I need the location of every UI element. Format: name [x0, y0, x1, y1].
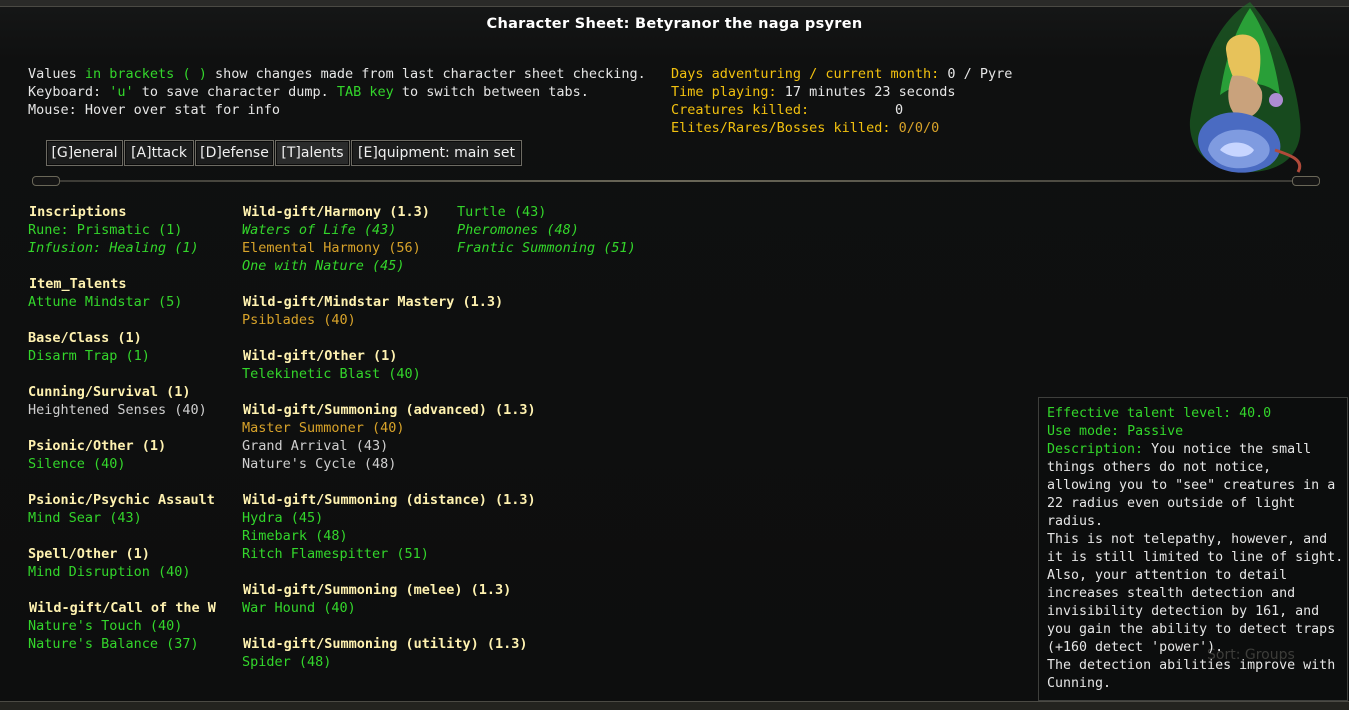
category-item-talents[interactable]: Item_Talents [29, 275, 127, 293]
stat-time-label: Time playing: [671, 84, 777, 100]
tooltip-desc-line: things others do not notice, [1047, 460, 1272, 475]
category-summoning-distance[interactable]: Wild-gift/Summoning (distance) (1.3) [243, 491, 536, 509]
category-summoning-advanced[interactable]: Wild-gift/Summoning (advanced) (1.3) [243, 401, 536, 419]
category-spell-other[interactable]: Spell/Other (1) [28, 545, 150, 563]
category-summoning-melee[interactable]: Wild-gift/Summoning (melee) (1.3) [243, 581, 511, 599]
talent-silence[interactable]: Silence (40) [28, 455, 126, 473]
talent-natures-balance[interactable]: Nature's Balance (37) [28, 635, 199, 653]
category-cunning-survival[interactable]: Cunning/Survival (1) [28, 383, 191, 401]
stat-creatures-label: Creatures killed: [671, 102, 810, 118]
category-call-of-wild[interactable]: Wild-gift/Call of the W [29, 599, 216, 617]
talent-ritch-flamespitter[interactable]: Ritch Flamespitter (51) [242, 545, 429, 563]
talent-natures-cycle[interactable]: Nature's Cycle (48) [242, 455, 396, 473]
talent-grand-arrival[interactable]: Grand Arrival (43) [242, 437, 388, 455]
stat-creatures[interactable]: Creatures killed: [671, 101, 809, 119]
tooltip-desc-line: you gain the ability to detect traps [1047, 622, 1336, 637]
info-keyboard-prefix: Keyboard: [28, 84, 110, 100]
talent-psiblades[interactable]: Psiblades (40) [242, 311, 356, 329]
tooltip-desc-line: invisibility detection by 161, and [1047, 604, 1320, 619]
tooltip-desc-line: 22 radius even outside of light [1047, 496, 1296, 511]
tooltip-desc-line: Also, your attention to detail [1047, 568, 1288, 583]
talent-natures-touch[interactable]: Nature's Touch (40) [28, 617, 182, 635]
divider-ornament-left [32, 176, 60, 186]
talent-war-hound[interactable]: War Hound (40) [242, 599, 356, 617]
category-harmony[interactable]: Wild-gift/Harmony (1.3) [243, 203, 430, 221]
stat-days-value: 0 / Pyre [939, 66, 1013, 82]
stat-elites[interactable]: Elites/Rares/Bosses killed: 0/0/0 [671, 119, 939, 137]
tooltip-desc-line: (+160 detect 'power'). [1047, 640, 1224, 655]
talent-attune-mindstar[interactable]: Attune Mindstar (5) [28, 293, 182, 311]
section-divider [36, 180, 1314, 182]
tab-attack[interactable]: [A]ttack [124, 140, 194, 166]
info-mouse-line: Mouse: Hover over stat for info [28, 102, 280, 118]
tab-general[interactable]: [G]eneral [46, 140, 123, 166]
tooltip-use-label: Use mode: [1047, 424, 1120, 439]
tooltip-desc-line: radius. [1047, 514, 1104, 529]
talent-elemental-harmony[interactable]: Elemental Harmony (56) [242, 239, 421, 257]
category-wildgift-other[interactable]: Wild-gift/Other (1) [243, 347, 397, 365]
info-keyboard-line: Keyboard: 'u' to save character dump. TA… [28, 83, 589, 101]
talent-mind-sear[interactable]: Mind Sear (43) [28, 509, 142, 527]
stat-creatures-value: 0 [895, 102, 904, 118]
category-psionic-other[interactable]: Psionic/Other (1) [28, 437, 166, 455]
info-keyboard-key: 'u' [109, 84, 134, 100]
stat-days[interactable]: Days adventuring / current month: 0 / Py… [671, 65, 1012, 83]
top-border [0, 0, 1349, 7]
category-psychic-assault[interactable]: Psionic/Psychic Assault [28, 491, 215, 509]
tooltip-desc-line: allowing you to "see" creatures in a [1047, 478, 1336, 493]
tooltip-desc-line: The detection abilities improve with [1047, 658, 1336, 673]
tab-defense[interactable]: [D]efense [195, 140, 274, 166]
tooltip-desc-line: Cunning. [1047, 676, 1112, 691]
tooltip-effective-level: Effective talent level: 40.0 [1047, 405, 1271, 423]
category-mindstar-mastery[interactable]: Wild-gift/Mindstar Mastery (1.3) [243, 293, 503, 311]
tooltip-desc-line: increases stealth detection and [1047, 586, 1296, 601]
page-title: Character Sheet: Betyranor the naga psyr… [486, 16, 863, 32]
tooltip-use-value: Passive [1119, 424, 1184, 439]
talent-rimebark[interactable]: Rimebark (48) [242, 527, 348, 545]
category-inscriptions[interactable]: Inscriptions [29, 203, 127, 221]
category-summoning-utility[interactable]: Wild-gift/Summoning (utility) (1.3) [243, 635, 527, 653]
tooltip-use-mode: Use mode: Passive [1047, 423, 1183, 441]
talent-heightened-senses[interactable]: Heightened Senses (40) [28, 401, 207, 419]
talent-master-summoner[interactable]: Master Summoner (40) [242, 419, 405, 437]
info-values-line: Values in brackets ( ) show changes made… [28, 65, 646, 83]
category-base-class[interactable]: Base/Class (1) [28, 329, 142, 347]
talent-mind-disruption[interactable]: Mind Disruption (40) [28, 563, 191, 581]
info-tab-key: TAB key [336, 84, 394, 100]
tooltip-desc-line: This is not telepathy, however, and [1047, 532, 1328, 547]
talent-turtle[interactable]: Turtle (43) [457, 203, 546, 221]
talent-spider[interactable]: Spider (48) [242, 653, 331, 671]
info-keyboard-mid: to save character dump. [133, 84, 337, 100]
stat-time[interactable]: Time playing: 17 minutes 23 seconds [671, 83, 955, 101]
info-keyboard-suffix: to switch between tabs. [393, 84, 589, 100]
talent-waters-of-life[interactable]: Waters of Life (43) [242, 221, 396, 239]
stat-days-label: Days adventuring / current month: [671, 66, 940, 82]
talent-hydra[interactable]: Hydra (45) [242, 509, 323, 527]
talent-tooltip: Effective talent level: 40.0 Use mode: P… [1038, 397, 1348, 701]
talent-frantic-summoning[interactable]: Frantic Summoning (51) [457, 239, 636, 257]
stat-elites-value: 0/0/0 [890, 120, 940, 136]
tab-equipment[interactable]: [E]quipment: main set [351, 140, 522, 166]
info-values-suffix: show changes made from last character sh… [206, 66, 646, 82]
talent-telekinetic-blast[interactable]: Telekinetic Blast (40) [242, 365, 421, 383]
talent-infusion-healing[interactable]: Infusion: Healing (1) [28, 239, 199, 257]
talent-disarm-trap[interactable]: Disarm Trap (1) [28, 347, 150, 365]
talent-rune-prismatic[interactable]: Rune: Prismatic (1) [28, 221, 182, 239]
tooltip-desc-line: it is still limited to line of sight. [1047, 550, 1344, 565]
info-values-prefix: Values [28, 66, 85, 82]
talent-one-with-nature[interactable]: One with Nature (45) [242, 257, 405, 275]
tooltip-eff-label: Effective talent level: [1047, 406, 1232, 421]
tooltip-eff-value: 40.0 [1231, 406, 1272, 421]
tab-talents[interactable]: [T]alents [275, 140, 350, 166]
stat-elites-label: Elites/Rares/Bosses killed: [671, 120, 891, 136]
stat-time-value: 17 minutes 23 seconds [776, 84, 956, 100]
info-brackets: in brackets ( ) [84, 66, 207, 82]
tooltip-desc-label: Description: [1047, 442, 1144, 457]
tooltip-desc-first: You notice the small [1143, 442, 1312, 457]
tooltip-description: Description: You notice the small [1047, 441, 1311, 459]
talent-pheromones[interactable]: Pheromones (48) [457, 221, 579, 239]
naga-portrait-icon [1180, 0, 1310, 178]
